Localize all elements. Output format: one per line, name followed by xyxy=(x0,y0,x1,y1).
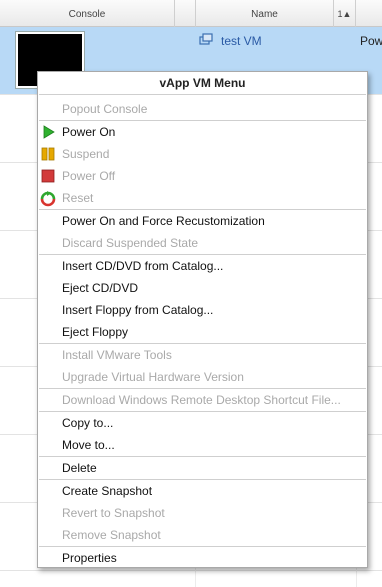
menu-item-power-on-force-recustomization[interactable]: Power On and Force Recustomization xyxy=(62,214,265,228)
vm-status: Pow xyxy=(360,34,382,48)
menu-separator xyxy=(39,388,366,389)
vapp-vm-context-menu: vApp VM Menu Popout Console Power On Sus… xyxy=(37,71,368,568)
play-icon xyxy=(43,125,55,139)
stop-icon xyxy=(41,169,55,183)
menu-item-copy-to[interactable]: Copy to... xyxy=(62,416,113,430)
pause-icon xyxy=(41,147,55,161)
menu-item-revert-to-snapshot[interactable]: Revert to Snapshot xyxy=(62,506,165,520)
menu-item-power-off[interactable]: Power Off xyxy=(62,169,115,183)
menu-item-insert-floppy[interactable]: Insert Floppy from Catalog... xyxy=(62,303,213,317)
menu-title: vApp VM Menu xyxy=(159,76,246,90)
menu-separator xyxy=(39,94,366,95)
vm-name-link[interactable]: test VM xyxy=(221,34,262,48)
menu-item-remove-snapshot[interactable]: Remove Snapshot xyxy=(62,528,161,542)
menu-item-insert-cd-dvd[interactable]: Insert CD/DVD from Catalog... xyxy=(62,259,223,273)
menu-item-create-snapshot[interactable]: Create Snapshot xyxy=(62,484,152,498)
menu-item-delete[interactable]: Delete xyxy=(62,461,97,475)
menu-separator xyxy=(39,343,366,344)
menu-item-download-rdp-shortcut[interactable]: Download Windows Remote Desktop Shortcut… xyxy=(62,393,341,407)
menu-item-discard-suspended-state[interactable]: Discard Suspended State xyxy=(62,236,198,250)
column-header-status[interactable] xyxy=(356,0,382,27)
reset-icon xyxy=(40,191,56,207)
menu-item-eject-floppy[interactable]: Eject Floppy xyxy=(62,325,128,339)
menu-item-suspend[interactable]: Suspend xyxy=(62,147,109,161)
menu-item-eject-cd-dvd[interactable]: Eject CD/DVD xyxy=(62,281,138,295)
menu-separator xyxy=(39,209,366,210)
menu-item-install-vmware-tools[interactable]: Install VMware Tools xyxy=(62,348,172,362)
sort-indicator[interactable]: 1▲ xyxy=(334,0,356,27)
menu-separator xyxy=(39,120,366,121)
menu-item-move-to[interactable]: Move to... xyxy=(62,438,115,452)
menu-item-properties[interactable]: Properties xyxy=(62,551,117,565)
menu-item-reset[interactable]: Reset xyxy=(62,191,93,205)
vm-icon xyxy=(199,33,213,45)
menu-separator xyxy=(39,411,366,412)
menu-item-power-on[interactable]: Power On xyxy=(62,125,115,139)
menu-item-popout-console[interactable]: Popout Console xyxy=(62,102,147,116)
menu-separator xyxy=(39,254,366,255)
menu-separator xyxy=(39,479,366,480)
menu-separator xyxy=(39,546,366,547)
column-header-console[interactable]: Console xyxy=(0,0,175,27)
menu-separator xyxy=(39,456,366,457)
menu-item-upgrade-virtual-hardware[interactable]: Upgrade Virtual Hardware Version xyxy=(62,370,244,384)
grid-header: Console Name 1▲ xyxy=(0,0,382,27)
column-header-name[interactable]: Name xyxy=(195,0,334,27)
row-divider xyxy=(0,570,382,571)
